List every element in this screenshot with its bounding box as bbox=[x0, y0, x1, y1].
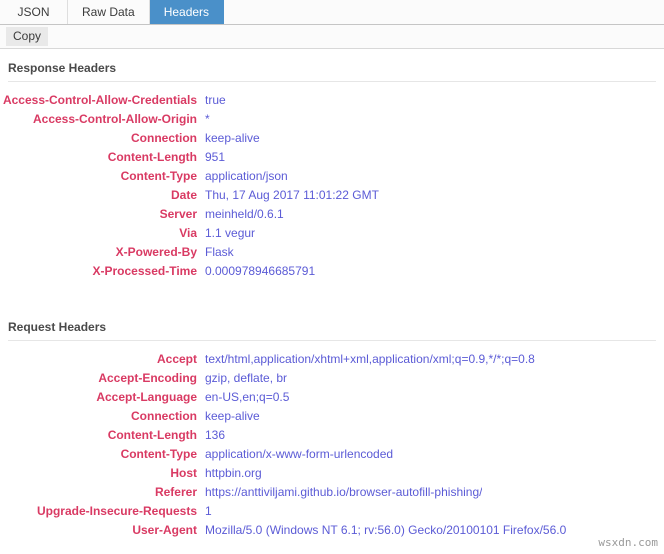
header-name: X-Processed-Time bbox=[92, 264, 198, 278]
header-value: keep-alive bbox=[205, 409, 260, 423]
tab-bar: JSON Raw Data Headers bbox=[0, 0, 664, 25]
header-name: Referer bbox=[154, 485, 197, 499]
header-row[interactable]: Content-Type application/x-www-form-urle… bbox=[0, 445, 664, 464]
header-value: keep-alive bbox=[205, 131, 260, 145]
tab-json-label: JSON bbox=[17, 5, 50, 19]
header-value: meinheld/0.6.1 bbox=[205, 207, 284, 221]
copy-button[interactable]: Copy bbox=[6, 27, 49, 46]
header-name: Content-Type bbox=[120, 447, 197, 461]
header-name: Connection bbox=[131, 131, 197, 145]
header-row[interactable]: Connection keep-alive bbox=[0, 129, 664, 148]
header-value: 1 bbox=[205, 504, 212, 518]
header-row[interactable]: Upgrade-Insecure-Requests 1 bbox=[0, 502, 664, 521]
header-row[interactable]: Accept-Encoding gzip, deflate, br bbox=[0, 369, 664, 388]
header-value: application/json bbox=[205, 169, 288, 183]
header-value: en-US,en;q=0.5 bbox=[205, 390, 290, 404]
header-name: Accept-Encoding bbox=[98, 371, 197, 385]
header-name: Accept-Language bbox=[96, 390, 197, 404]
header-row[interactable]: Accept text/html,application/xhtml+xml,a… bbox=[0, 350, 664, 369]
header-value: Thu, 17 Aug 2017 11:01:22 GMT bbox=[205, 188, 379, 202]
header-name: Content-Length bbox=[107, 428, 197, 442]
response-headers-rows: Access-Control-Allow-Credentials true Ac… bbox=[0, 82, 664, 281]
tab-raw-data-label: Raw Data bbox=[82, 5, 135, 19]
header-name: Date bbox=[170, 188, 197, 202]
header-row[interactable]: Accept-Language en-US,en;q=0.5 bbox=[0, 388, 664, 407]
header-row[interactable]: Content-Length 951 bbox=[0, 148, 664, 167]
header-value: application/x-www-form-urlencoded bbox=[205, 447, 394, 461]
response-headers-section: Response Headers Access-Control-Allow-Cr… bbox=[0, 49, 664, 281]
header-name: Accept bbox=[156, 352, 197, 366]
tab-headers-label: Headers bbox=[163, 5, 210, 19]
request-headers-title: Request Headers bbox=[8, 320, 107, 334]
header-value: 951 bbox=[205, 150, 226, 164]
header-name: Content-Type bbox=[120, 169, 197, 183]
header-row[interactable]: X-Processed-Time 0.000978946685791 bbox=[0, 262, 664, 281]
header-row[interactable]: Content-Length 136 bbox=[0, 426, 664, 445]
header-row[interactable]: X-Powered-By Flask bbox=[0, 243, 664, 262]
header-value: 0.000978946685791 bbox=[205, 264, 316, 278]
request-headers-section: Request Headers Accept text/html,applica… bbox=[0, 308, 664, 540]
header-value: 1.1 vegur bbox=[205, 226, 256, 240]
header-row[interactable]: Host httpbin.org bbox=[0, 464, 664, 483]
header-value: Mozilla/5.0 (Windows NT 6.1; rv:56.0) Ge… bbox=[205, 523, 567, 537]
header-name: Upgrade-Insecure-Requests bbox=[36, 504, 197, 518]
header-name: Access-Control-Allow-Credentials bbox=[2, 93, 197, 107]
header-value: * bbox=[205, 112, 210, 126]
header-name: Connection bbox=[131, 409, 197, 423]
tab-json[interactable]: JSON bbox=[0, 0, 68, 24]
tab-headers[interactable]: Headers bbox=[149, 0, 225, 24]
response-headers-title: Response Headers bbox=[8, 61, 117, 75]
header-row[interactable]: Date Thu, 17 Aug 2017 11:01:22 GMT bbox=[0, 186, 664, 205]
headers-toolbar: Copy bbox=[0, 25, 664, 49]
header-name: Content-Length bbox=[107, 150, 197, 164]
header-row[interactable]: Access-Control-Allow-Origin * bbox=[0, 110, 664, 129]
header-row[interactable]: Referer https://anttiviljami.github.io/b… bbox=[0, 483, 664, 502]
headers-content: Response Headers Access-Control-Allow-Cr… bbox=[0, 49, 664, 540]
header-name: User-Agent bbox=[132, 523, 197, 537]
header-row[interactable]: Connection keep-alive bbox=[0, 407, 664, 426]
header-row[interactable]: Via 1.1 vegur bbox=[0, 224, 664, 243]
header-value: https://anttiviljami.github.io/browser-a… bbox=[205, 485, 483, 499]
header-name: Host bbox=[170, 466, 197, 480]
header-value: Flask bbox=[205, 245, 234, 259]
request-headers-rows: Accept text/html,application/xhtml+xml,a… bbox=[0, 341, 664, 540]
header-name: X-Powered-By bbox=[115, 245, 197, 259]
header-value: 136 bbox=[205, 428, 226, 442]
header-row[interactable]: Content-Type application/json bbox=[0, 167, 664, 186]
tab-bar-filler bbox=[224, 0, 664, 24]
header-value: true bbox=[205, 93, 226, 107]
header-row[interactable]: Access-Control-Allow-Credentials true bbox=[0, 91, 664, 110]
header-value: httpbin.org bbox=[205, 466, 262, 480]
watermark: wsxdn.com bbox=[598, 536, 658, 549]
header-row[interactable]: Server meinheld/0.6.1 bbox=[0, 205, 664, 224]
header-name: Access-Control-Allow-Origin bbox=[32, 112, 197, 126]
header-name: Via bbox=[179, 226, 197, 240]
header-row[interactable]: User-Agent Mozilla/5.0 (Windows NT 6.1; … bbox=[0, 521, 664, 540]
tab-raw-data[interactable]: Raw Data bbox=[68, 0, 150, 24]
header-value: gzip, deflate, br bbox=[205, 371, 288, 385]
header-name: Server bbox=[159, 207, 197, 221]
header-value: text/html,application/xhtml+xml,applicat… bbox=[205, 352, 535, 366]
